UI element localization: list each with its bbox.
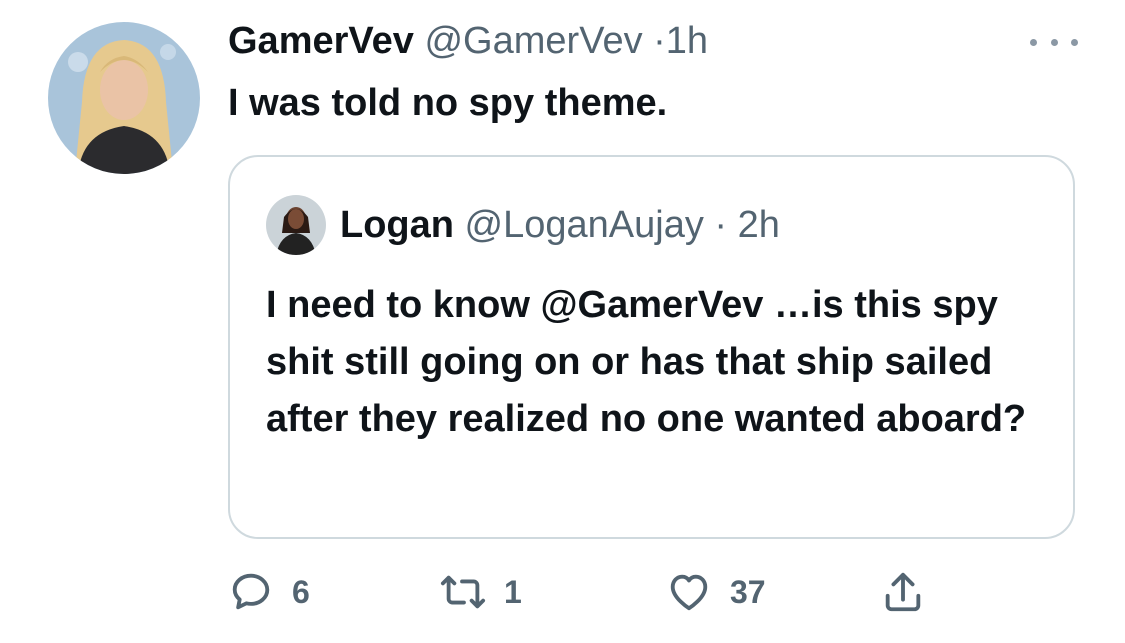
meta-separator: ·: [653, 20, 666, 62]
quoted-author-handle[interactable]: @LoganAujay: [465, 204, 704, 246]
reply-button[interactable]: 6: [228, 564, 310, 620]
retweet-button[interactable]: 1: [440, 564, 522, 620]
quoted-author-avatar[interactable]: [266, 195, 326, 255]
reply-count: 6: [292, 573, 310, 610]
quoted-tweet-time[interactable]: 2h: [738, 204, 780, 246]
share-icon: [885, 572, 921, 612]
heart-icon: [670, 574, 708, 611]
quoted-author-display-name[interactable]: Logan: [340, 204, 454, 246]
author-display-name[interactable]: GamerVev: [228, 20, 414, 62]
quoted-tweet-text: I need to know @GamerVev …is this spy sh…: [266, 284, 1027, 440]
retweet-icon: [440, 575, 486, 609]
like-count: 37: [730, 573, 766, 610]
more-dots-icon[interactable]: [1030, 30, 1078, 54]
quoted-tweet-header: Logan @LoganAujay · 2h: [340, 202, 780, 248]
quoted-tweet-card[interactable]: Logan @LoganAujay · 2h I need to know @G…: [228, 155, 1075, 539]
like-button[interactable]: 37: [666, 564, 766, 620]
tweet-text: I was told no spy theme.: [228, 82, 668, 124]
share-button[interactable]: [880, 564, 926, 620]
tweet-actions: 6 1 37: [228, 564, 948, 620]
retweet-count: 1: [504, 573, 522, 610]
reply-bubble-icon: [232, 573, 270, 610]
quoted-meta-separator: ·: [714, 204, 728, 246]
author-handle[interactable]: @GamerVev: [424, 20, 642, 62]
author-avatar[interactable]: [48, 22, 200, 174]
tweet-header: GamerVev @GamerVev ·1h: [228, 18, 708, 64]
tweet-time[interactable]: 1h: [666, 20, 708, 62]
